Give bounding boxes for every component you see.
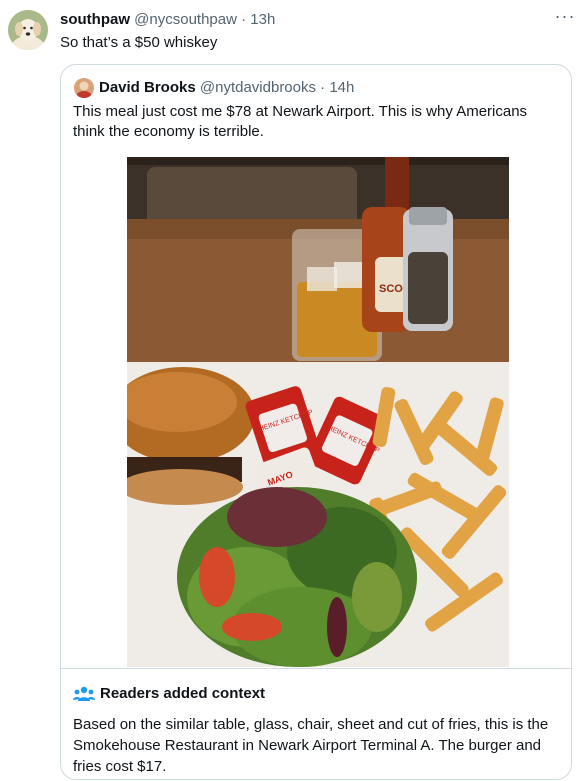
display-name[interactable]: southpaw [60, 11, 130, 28]
quoted-handle[interactable]: @nytdavidbrooks [200, 79, 316, 96]
person-avatar-image [74, 78, 94, 98]
quoted-text: This meal just cost me $78 at Newark Air… [73, 103, 528, 140]
more-options-icon[interactable]: ··· [553, 7, 577, 29]
quoted-header: David Brooks @nytdavidbrooks · 14h [99, 79, 354, 97]
dog-avatar-image [8, 10, 48, 50]
bottle-label: SCO [379, 283, 403, 295]
community-note-title: Readers added context [100, 685, 266, 702]
community-note-body: Based on the similar table, glass, chair… [73, 716, 549, 775]
quoted-display-name[interactable]: David Brooks [99, 79, 196, 96]
tweet-text: So that’s a $50 whiskey [60, 34, 218, 51]
timestamp[interactable]: 13h [250, 11, 275, 28]
quoted-separator-dot: · [320, 79, 326, 96]
user-handle[interactable]: @nycsouthpaw [134, 11, 237, 28]
avatar[interactable] [8, 10, 48, 50]
quoted-avatar[interactable] [74, 78, 94, 98]
meal-photo-drawing: SCO HEINZ KETCHUP HEINZ KETCHUP MAYO [127, 157, 509, 667]
people-icon [73, 686, 95, 701]
quoted-tweet[interactable]: David Brooks @nytdavidbrooks · 14h This … [60, 64, 572, 780]
separator-dot: · [241, 11, 247, 28]
community-note[interactable]: Readers added context Based on the simil… [61, 668, 571, 779]
quoted-timestamp[interactable]: 14h [329, 79, 354, 96]
meal-photo[interactable]: SCO HEINZ KETCHUP HEINZ KETCHUP MAYO [127, 157, 509, 667]
tweet-header: southpaw @nycsouthpaw · 13h [60, 11, 275, 29]
